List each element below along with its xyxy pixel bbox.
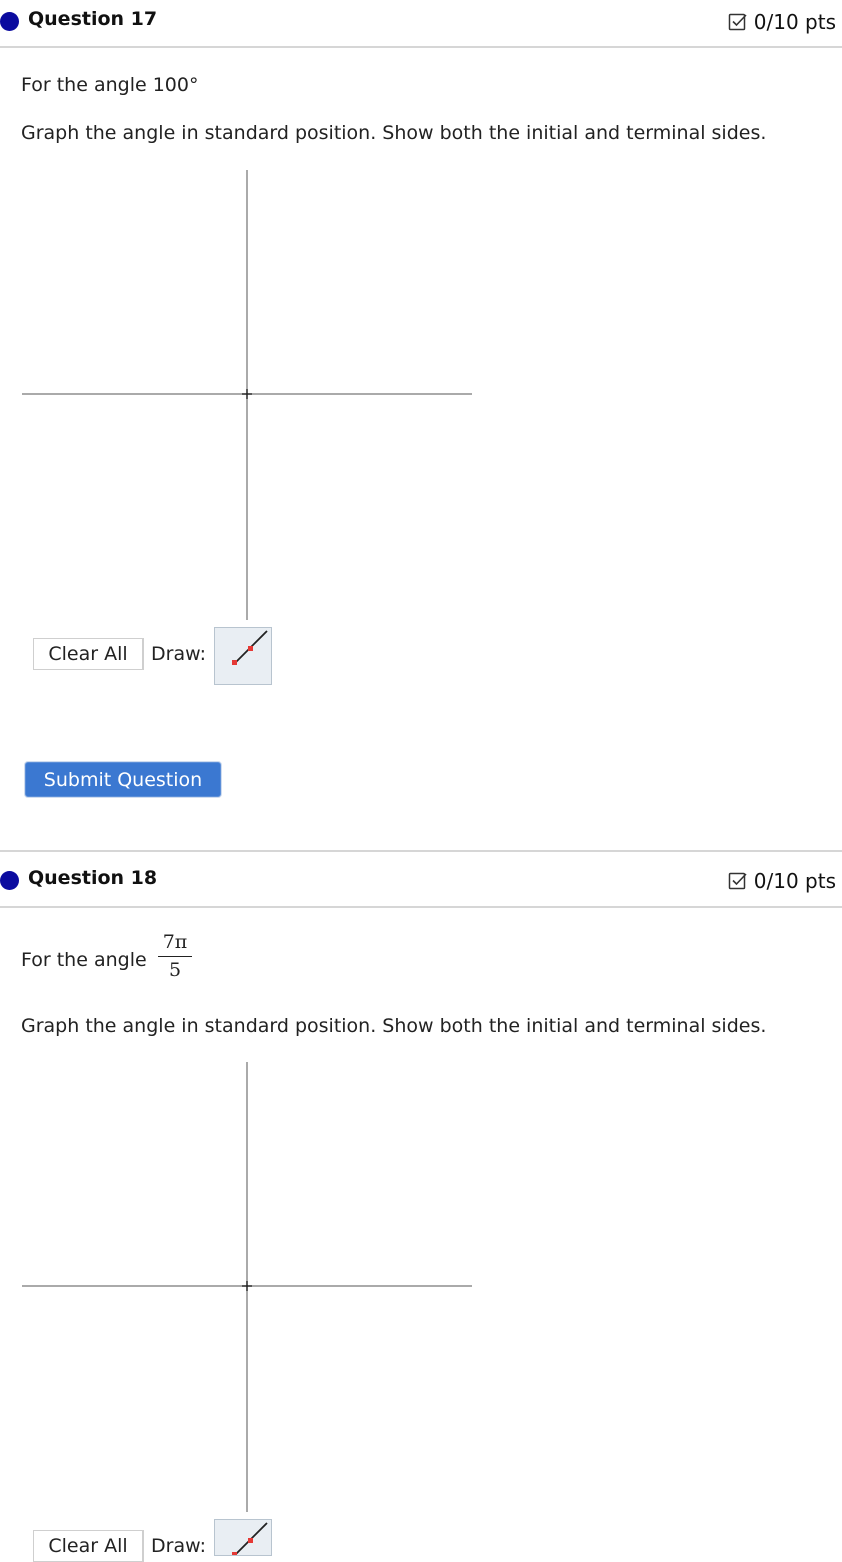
angle-prompt: For the angle xyxy=(21,949,147,971)
question-status-dot xyxy=(0,12,19,31)
points-indicator: 0/10 pts xyxy=(728,10,836,34)
angle-prompt: For the angle 100° xyxy=(21,74,199,96)
checkbox-check-icon xyxy=(728,12,748,32)
clear-all-button[interactable]: Clear All xyxy=(33,638,143,670)
question-status-dot xyxy=(0,871,19,890)
line-segment-tool-button[interactable] xyxy=(214,627,272,685)
graph-canvas[interactable] xyxy=(22,170,472,620)
question-title: Question 18 xyxy=(28,867,158,889)
question-18-header: Question 18 0/10 pts xyxy=(0,858,842,908)
line-segment-icon xyxy=(215,1520,271,1555)
checkbox-check-icon xyxy=(728,871,748,891)
graph-instruction: Graph the angle in standard position. Sh… xyxy=(21,122,767,144)
submit-question-button[interactable]: Submit Question xyxy=(25,762,221,797)
points-text: 0/10 pts xyxy=(753,10,836,34)
graph-canvas[interactable] xyxy=(22,1062,472,1512)
question-title: Question 17 xyxy=(28,8,158,30)
draw-label: Draw: xyxy=(143,1530,206,1562)
line-segment-tool-button[interactable] xyxy=(214,1519,272,1556)
points-indicator: 0/10 pts xyxy=(728,869,836,893)
question-18-top-divider xyxy=(0,850,842,852)
angle-numerator: 7π xyxy=(158,931,192,957)
line-segment-icon xyxy=(215,628,271,684)
points-text: 0/10 pts xyxy=(753,869,836,893)
draw-label: Draw: xyxy=(143,638,206,670)
graph-instruction: Graph the angle in standard position. Sh… xyxy=(21,1015,767,1037)
angle-fraction: 7π 5 xyxy=(158,931,192,981)
question-17-header: Question 17 0/10 pts xyxy=(0,0,842,48)
clear-all-button[interactable]: Clear All xyxy=(33,1530,143,1562)
angle-denominator: 5 xyxy=(168,959,182,981)
